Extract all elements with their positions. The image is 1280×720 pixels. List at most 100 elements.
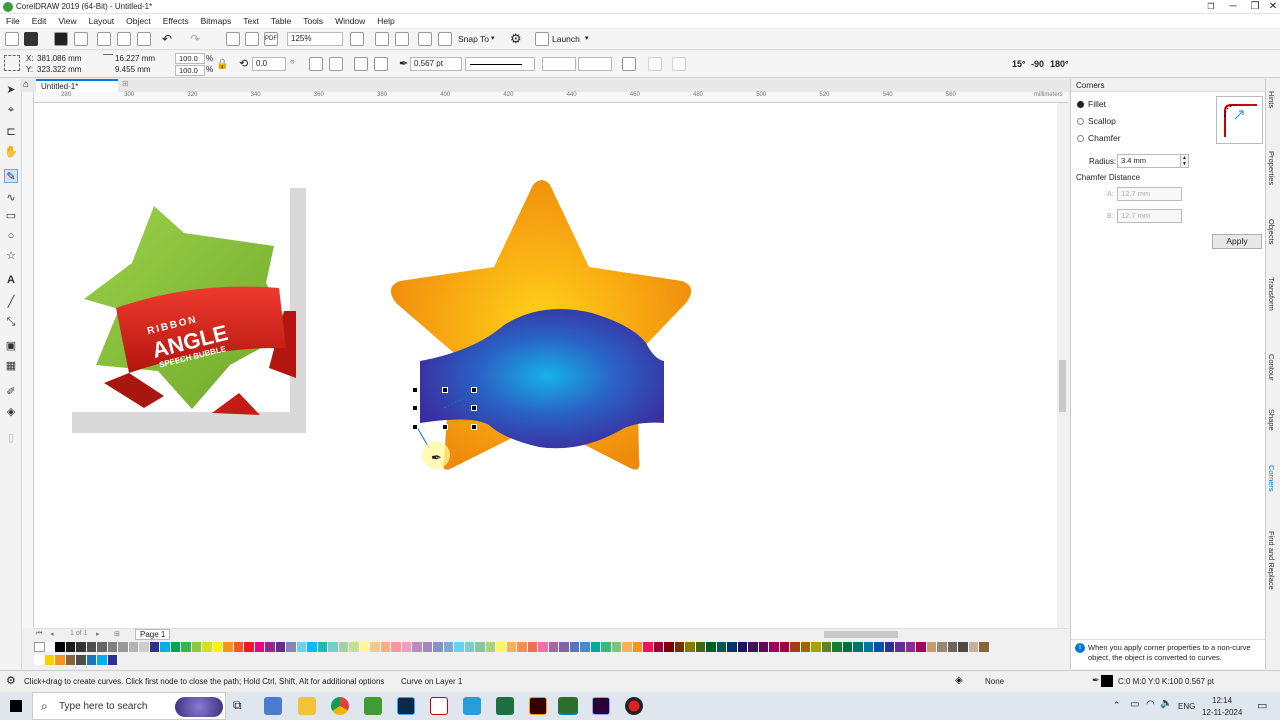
launch-icon[interactable] <box>535 32 549 46</box>
export-icon[interactable] <box>245 32 259 46</box>
color-swatch[interactable] <box>590 642 601 652</box>
next-page-icon[interactable]: ▸ <box>96 630 100 638</box>
color-swatch[interactable] <box>643 642 654 652</box>
color-swatch[interactable] <box>485 642 496 652</box>
selection-handle[interactable] <box>412 405 418 411</box>
color-swatch[interactable] <box>233 642 244 652</box>
color-swatch[interactable] <box>958 642 969 652</box>
reference-image[interactable]: RIBBON ANGLE SPEECH BUBBLE <box>72 188 306 433</box>
lock-ratio-icon[interactable]: 🔒 <box>216 59 228 70</box>
color-swatch[interactable] <box>811 642 822 652</box>
color-swatch[interactable] <box>790 642 801 652</box>
color-swatch[interactable] <box>223 642 234 652</box>
color-swatch[interactable] <box>779 642 790 652</box>
color-swatch[interactable] <box>202 642 213 652</box>
coreldraw-active-icon[interactable] <box>558 697 578 715</box>
menu-item-text[interactable]: Text <box>243 14 259 28</box>
polygon-tool-icon[interactable]: ☆ <box>4 249 18 263</box>
menu-item-object[interactable]: Object <box>126 14 151 28</box>
language-indicator[interactable]: ENG <box>1178 702 1195 711</box>
gear-icon[interactable]: ⚙ <box>6 674 16 687</box>
open-icon[interactable] <box>24 32 38 46</box>
height-field[interactable]: 9.455 mm <box>115 65 151 74</box>
wrap-text-icon[interactable] <box>622 57 636 71</box>
color-swatch[interactable] <box>191 642 202 652</box>
color-swatch[interactable] <box>695 642 706 652</box>
color-swatch[interactable] <box>538 642 549 652</box>
color-swatch[interactable] <box>286 642 297 652</box>
menu-item-help[interactable]: Help <box>377 14 394 28</box>
color-swatch[interactable] <box>254 642 265 652</box>
docker-tab-objects[interactable]: Objects <box>1267 219 1276 244</box>
color-swatch[interactable] <box>296 642 307 652</box>
color-swatch[interactable] <box>895 642 906 652</box>
color-swatch[interactable] <box>34 655 45 665</box>
start-arrow-select[interactable] <box>542 57 576 71</box>
color-swatch[interactable] <box>307 642 318 652</box>
color-palette[interactable] <box>34 641 1064 653</box>
volume-icon[interactable]: 🔈 <box>1160 698 1172 709</box>
text-tool-icon[interactable]: A <box>4 273 18 287</box>
color-swatch[interactable] <box>737 642 748 652</box>
color-swatch[interactable] <box>926 642 937 652</box>
first-page-icon[interactable]: ⏮ <box>36 630 42 638</box>
color-swatch[interactable] <box>475 642 486 652</box>
color-swatch[interactable] <box>44 642 55 652</box>
chevron-up-icon[interactable]: ⌃ <box>1113 700 1121 711</box>
chevron-down-icon[interactable]: ▾ <box>491 34 495 42</box>
freehand-tool-icon[interactable]: ✎ <box>4 169 18 183</box>
zoom-select[interactable]: 125% <box>287 32 343 46</box>
color-swatch[interactable] <box>863 642 874 652</box>
recorder-icon[interactable] <box>625 697 643 715</box>
color-swatch[interactable] <box>611 642 622 652</box>
color-swatch[interactable] <box>548 642 559 652</box>
color-swatch[interactable] <box>338 642 349 652</box>
illustrator-icon[interactable] <box>529 697 547 715</box>
color-swatch[interactable] <box>905 642 916 652</box>
premiere-icon[interactable] <box>592 697 610 715</box>
color-swatch[interactable] <box>947 642 958 652</box>
color-swatch[interactable] <box>97 655 108 665</box>
color-swatch[interactable] <box>632 642 643 652</box>
y-position-field[interactable]: 323.322 mm <box>37 65 81 74</box>
color-swatch[interactable] <box>874 642 885 652</box>
color-swatch[interactable] <box>275 642 286 652</box>
color-swatch[interactable] <box>86 642 97 652</box>
excel-icon[interactable] <box>496 697 514 715</box>
color-swatch[interactable] <box>55 655 66 665</box>
fillet-radio[interactable] <box>1077 100 1084 108</box>
close-curve-icon[interactable] <box>354 57 368 71</box>
chevron-down-icon[interactable]: ▾ <box>585 34 589 42</box>
menu-item-file[interactable]: File <box>6 14 20 28</box>
import-icon[interactable] <box>226 32 240 46</box>
angle-15-button[interactable]: 15° <box>1012 59 1026 69</box>
color-swatch[interactable] <box>65 655 76 665</box>
color-swatch[interactable] <box>107 642 118 652</box>
clock-time[interactable]: 12:14 <box>1212 696 1232 705</box>
color-swatch[interactable] <box>674 642 685 652</box>
color-swatch[interactable] <box>622 642 633 652</box>
color-swatch[interactable] <box>107 655 118 665</box>
selection-handle[interactable] <box>471 424 477 430</box>
fill-tool-icon[interactable]: ◈ <box>4 405 18 419</box>
menu-item-bitmaps[interactable]: Bitmaps <box>201 14 232 28</box>
scale-x-field[interactable]: 100.0 <box>175 53 205 64</box>
mirror-h-icon[interactable] <box>309 57 323 71</box>
angle-90-button[interactable]: -90 <box>1031 59 1044 69</box>
eyedropper-tool-icon[interactable]: ✐ <box>4 385 18 399</box>
windows-start-icon[interactable] <box>10 700 22 712</box>
docker-tab-properties[interactable]: Properties <box>1267 151 1276 185</box>
color-swatch[interactable] <box>685 642 696 652</box>
connector-tool-icon[interactable]: ⤡ <box>4 315 18 329</box>
print-icon[interactable] <box>74 32 88 46</box>
task-view-icon[interactable]: ⧉ <box>233 698 242 713</box>
color-swatch[interactable] <box>580 642 591 652</box>
photoshop-icon[interactable] <box>397 697 415 715</box>
color-swatch[interactable] <box>55 642 66 652</box>
pan-tool-icon[interactable]: ✋ <box>4 145 18 159</box>
color-swatch[interactable] <box>884 642 895 652</box>
chamfer-radio[interactable] <box>1077 134 1084 142</box>
pick-tool-icon[interactable]: ➤ <box>4 83 18 97</box>
color-swatch[interactable] <box>328 642 339 652</box>
selection-handle[interactable] <box>412 424 418 430</box>
